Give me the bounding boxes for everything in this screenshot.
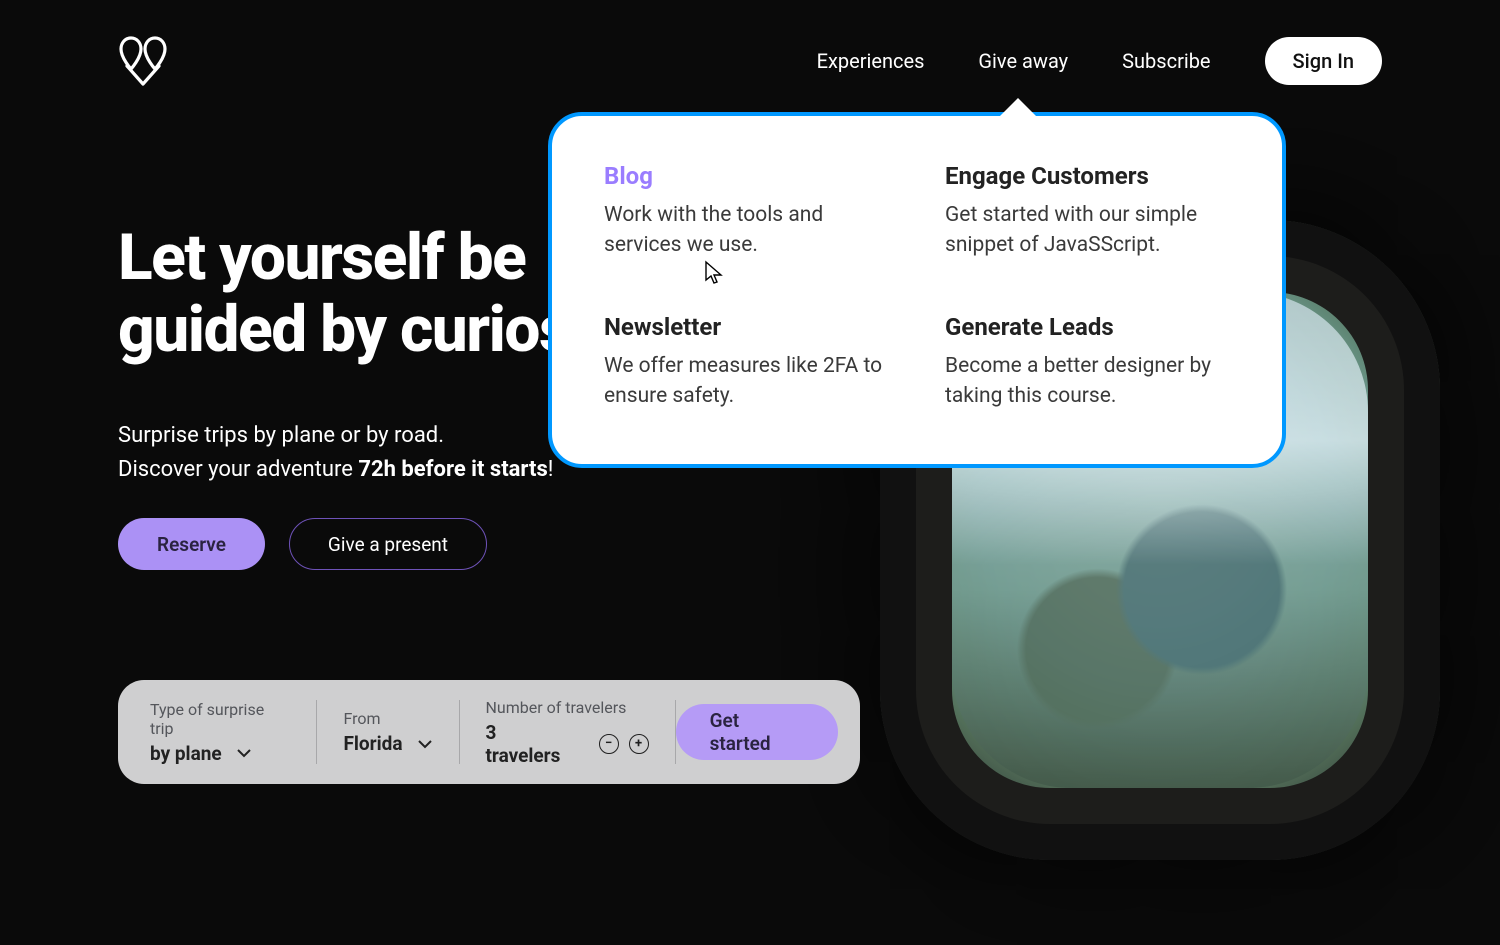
dropdown-item-desc: Get started with our simple snippet of J…	[945, 200, 1230, 261]
dropdown-item-title: Generate Leads	[945, 313, 1230, 341]
field-travelers: Number of travelers 3 travelers − +	[460, 700, 676, 764]
nav-give-away[interactable]: Give away	[978, 49, 1068, 73]
field-label: Number of travelers	[486, 698, 649, 717]
dropdown-item-newsletter[interactable]: Newsletter We offer measures like 2FA to…	[604, 313, 889, 412]
hero-sub-line: !	[548, 457, 554, 482]
field-label: Type of surprise trip	[150, 700, 290, 738]
dropdown-item-title: Blog	[604, 162, 889, 190]
dropdown-item-title: Newsletter	[604, 313, 889, 341]
booking-bar: Type of surprise trip by plane From Flor…	[118, 680, 860, 784]
hero-sub-bold: 72h before it starts	[358, 457, 547, 482]
field-value: 3 travelers	[486, 721, 575, 767]
dropdown-item-leads[interactable]: Generate Leads Become a better designer …	[945, 313, 1230, 412]
primary-nav: Experiences Give away Subscribe Sign In	[817, 37, 1382, 85]
site-header: Experiences Give away Subscribe Sign In	[0, 0, 1500, 88]
decrement-button[interactable]: −	[599, 734, 619, 754]
hero-cta-row: Reserve Give a present	[118, 518, 487, 570]
dropdown-item-desc: Become a better designer by taking this …	[945, 351, 1230, 412]
brand-logo[interactable]	[118, 34, 168, 88]
chevron-down-icon	[236, 745, 252, 761]
dropdown-item-desc: Work with the tools and services we use.	[604, 200, 889, 261]
field-label: From	[343, 709, 432, 728]
hero-headline-line: Let yourself be	[118, 220, 525, 295]
subscribe-dropdown: Blog Work with the tools and services we…	[548, 112, 1286, 468]
dropdown-item-title: Engage Customers	[945, 162, 1230, 190]
reserve-button[interactable]: Reserve	[118, 518, 265, 570]
get-started-button[interactable]: Get started	[676, 704, 838, 760]
hero-sub-line: Surprise trips by plane or by road.	[118, 423, 444, 448]
field-trip-type[interactable]: Type of surprise trip by plane	[150, 700, 317, 764]
dropdown-item-engage[interactable]: Engage Customers Get started with our si…	[945, 162, 1230, 261]
dropdown-item-desc: We offer measures like 2FA to ensure saf…	[604, 351, 889, 412]
nav-experiences[interactable]: Experiences	[817, 49, 925, 73]
sign-in-button[interactable]: Sign In	[1265, 37, 1382, 85]
give-present-button[interactable]: Give a present	[289, 518, 487, 570]
traveler-stepper: − +	[599, 734, 649, 754]
field-from[interactable]: From Florida	[317, 700, 459, 764]
dropdown-item-blog[interactable]: Blog Work with the tools and services we…	[604, 162, 889, 261]
nav-subscribe[interactable]: Subscribe	[1122, 49, 1210, 73]
field-value: by plane	[150, 742, 222, 765]
field-value: Florida	[343, 732, 402, 755]
increment-button[interactable]: +	[629, 734, 649, 754]
chevron-down-icon	[417, 736, 433, 752]
hero-sub-line: Discover your adventure	[118, 457, 358, 482]
